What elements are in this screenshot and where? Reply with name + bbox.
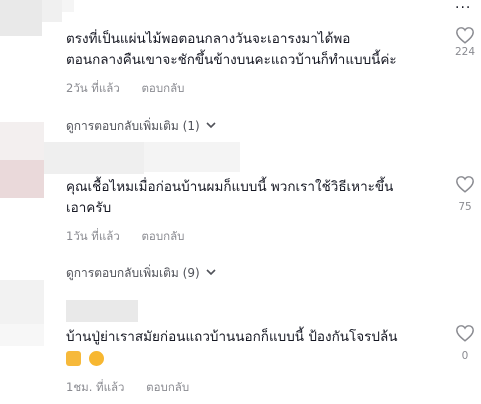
heart-outline-icon	[456, 176, 474, 193]
like-button[interactable]: 75	[448, 175, 481, 213]
username-redacted	[62, 0, 74, 12]
avatar	[0, 324, 44, 346]
heart-outline-icon	[456, 27, 474, 44]
reply-button[interactable]: ตอบกลับ	[141, 229, 184, 243]
like-count: 224	[454, 46, 476, 58]
view-more-replies[interactable]: ดูการตอบกลับเพิ่มเติม (9)	[66, 264, 216, 283]
like-button[interactable]: 0	[448, 324, 481, 362]
thumbs-up-icon	[66, 351, 81, 366]
heart-outline-icon	[456, 325, 474, 342]
comment-timestamp: 2วัน ที่แล้ว	[66, 81, 120, 95]
like-count: 75	[458, 201, 472, 213]
reply-button[interactable]: ตอบกลับ	[141, 81, 184, 95]
username-redacted[interactable]	[66, 300, 138, 322]
avatar[interactable]	[0, 0, 42, 36]
reply-button[interactable]: ตอบกลับ	[146, 380, 189, 394]
like-count: 0	[461, 350, 469, 362]
avatar[interactable]	[0, 280, 44, 324]
chevron-down-icon	[206, 121, 216, 132]
comment-meta: 2วัน ที่แล้ว ตอบกลับ	[66, 80, 184, 98]
comment-meta: 1ชม. ที่แล้ว ตอบกลับ	[66, 379, 189, 397]
chevron-down-icon	[206, 268, 216, 279]
heart-eyes-icon	[89, 351, 105, 366]
more-options-icon[interactable]: ...	[455, 0, 471, 12]
username-redacted[interactable]	[42, 0, 62, 22]
avatar[interactable]	[0, 122, 44, 160]
comment-text: บ้านปู่ย่าเราสมัยก่อนแถวบ้านนอกก็แบบนี้ …	[66, 327, 397, 371]
comment-text: ตรงที่เป็นแผ่นไม้พอตอนกลางวันจะเอารงมาได…	[66, 31, 397, 68]
like-button[interactable]: 224	[448, 26, 481, 58]
avatar	[0, 160, 44, 198]
emoji-row	[66, 350, 397, 371]
username-redacted[interactable]	[44, 142, 144, 174]
view-more-replies[interactable]: ดูการตอบกลับเพิ่มเติม (1)	[66, 117, 216, 136]
comment-timestamp: 1วัน ที่แล้ว	[66, 229, 120, 243]
username-redacted	[144, 142, 240, 172]
comment-timestamp: 1ชม. ที่แล้ว	[66, 380, 125, 394]
comment-meta: 1วัน ที่แล้ว ตอบกลับ	[66, 228, 184, 246]
comment-text: คุณเชื้อไหมเมื่อก่อนบ้านผมก็แบบนี้ พวกเร…	[66, 179, 394, 216]
